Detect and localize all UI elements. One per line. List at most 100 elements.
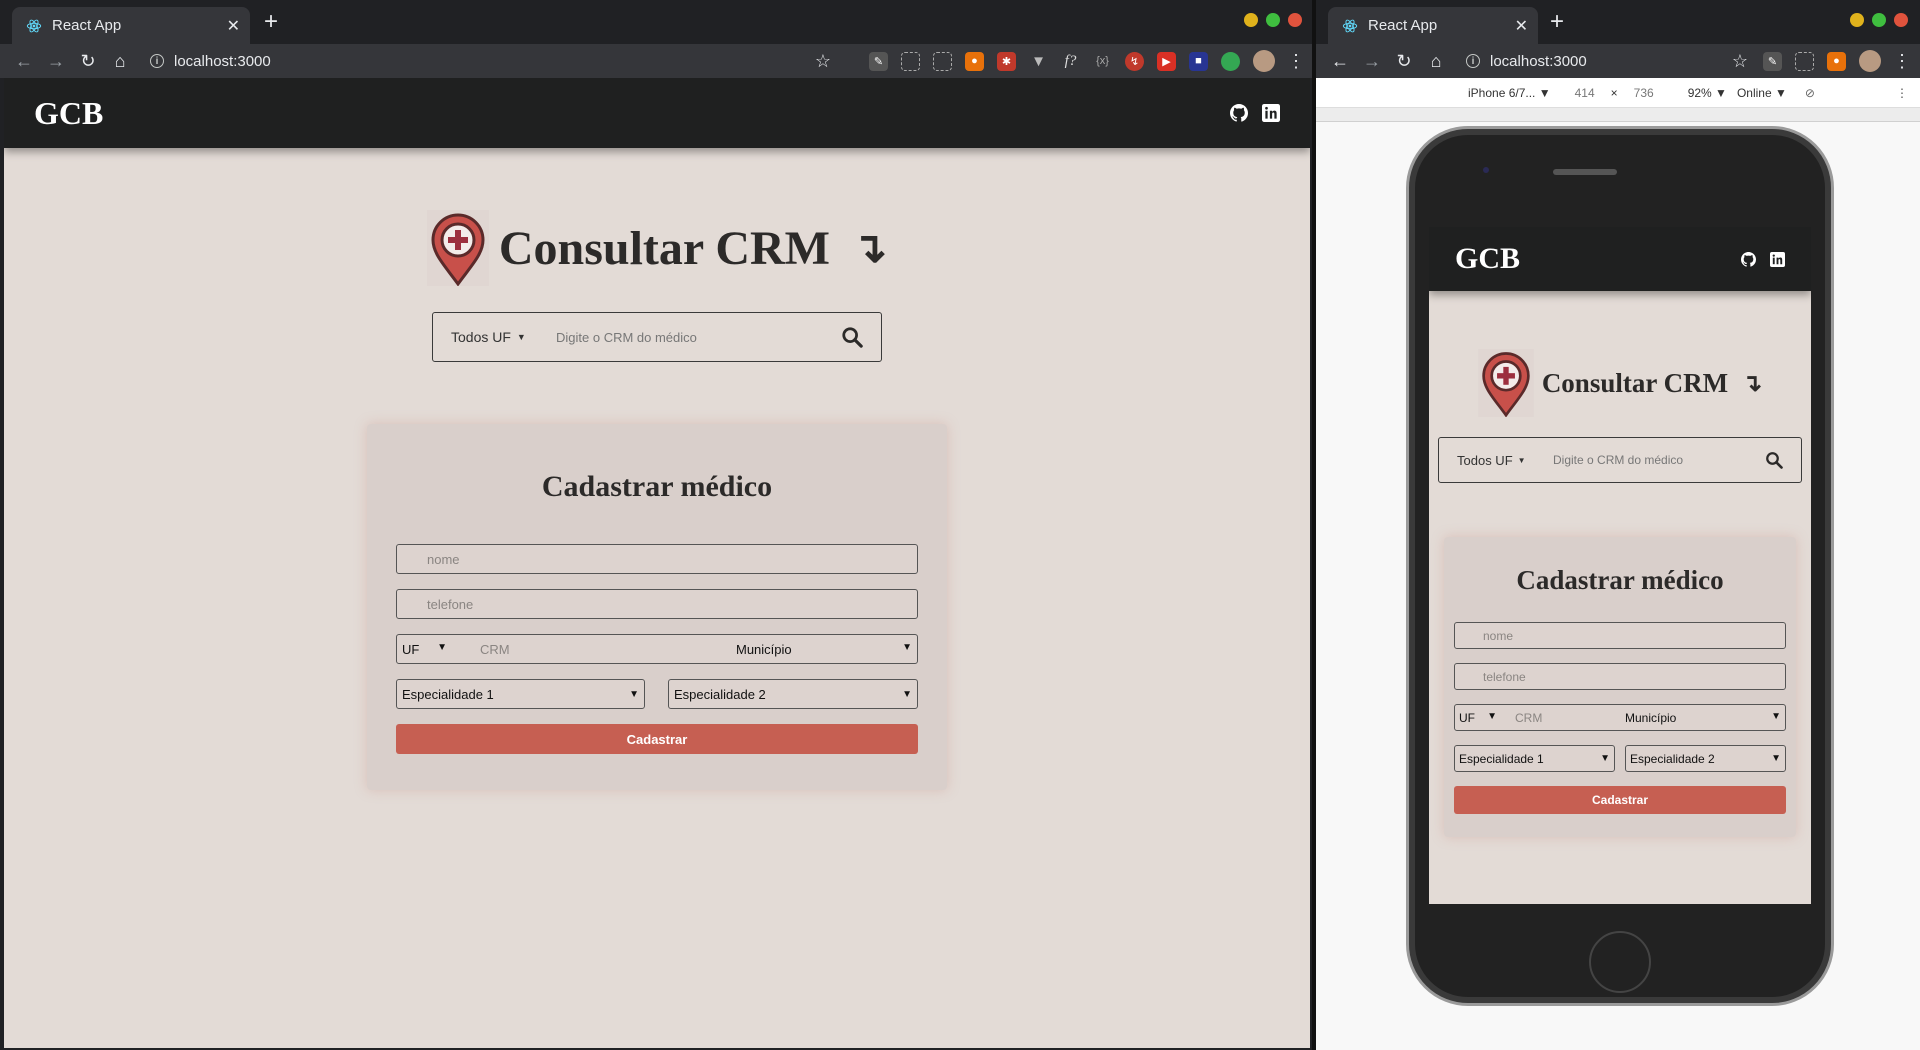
cadastrar-button[interactable]: Cadastrar bbox=[1454, 786, 1786, 814]
especialidade-2-select[interactable]: Especialidade 2 ▼ bbox=[1625, 745, 1786, 772]
extension-grid-icon[interactable] bbox=[901, 51, 920, 71]
tab-close-icon[interactable]: ✕ bbox=[227, 16, 240, 36]
linkedin-icon[interactable] bbox=[1262, 104, 1280, 122]
caret-down-icon: ▼ bbox=[1771, 753, 1781, 764]
extensions-row: ☆ ✎ ● ✱ ▼ f? {x} ↯ ▶ ■ ⋮ bbox=[813, 44, 1305, 78]
back-arrow-icon[interactable]: ← bbox=[8, 45, 40, 77]
minimize-button[interactable] bbox=[1850, 13, 1864, 27]
social-links bbox=[1230, 104, 1280, 122]
extension-brackets-icon[interactable]: {x} bbox=[1093, 52, 1112, 71]
maximize-button[interactable] bbox=[1266, 13, 1280, 27]
device-select[interactable]: iPhone 6/7... ▼ bbox=[1468, 86, 1551, 100]
browser-tab[interactable]: React App ✕ bbox=[1328, 7, 1538, 44]
extension-pen-icon[interactable]: ✎ bbox=[1763, 51, 1782, 71]
extension-react-dev-icon[interactable]: ↯ bbox=[1125, 51, 1144, 71]
municipio-select[interactable]: Município ▼ bbox=[1625, 711, 1781, 725]
register-doctor-card: Cadastrar médico nome telefone UF ▼ CRM M… bbox=[367, 424, 947, 790]
crm-search-input[interactable]: Digite o CRM do médico bbox=[1553, 453, 1765, 467]
address-bar[interactable]: i localhost:3000 bbox=[1466, 53, 1587, 70]
uf-select[interactable]: UF ▼ bbox=[402, 642, 447, 657]
star-icon[interactable]: ☆ bbox=[813, 45, 833, 77]
crm-search-bar: Todos UF ▼ Digite o CRM do médico bbox=[1438, 437, 1802, 483]
window-controls bbox=[1850, 13, 1908, 27]
forward-arrow-icon[interactable]: → bbox=[40, 45, 72, 77]
close-window-button[interactable] bbox=[1288, 13, 1302, 27]
extension-v-icon[interactable]: ▼ bbox=[1029, 52, 1048, 71]
map-pin-medical-icon bbox=[426, 210, 489, 286]
github-icon[interactable] bbox=[1741, 251, 1756, 267]
app-header: GCB bbox=[1429, 227, 1811, 291]
search-icon[interactable] bbox=[841, 326, 863, 348]
crm-input[interactable]: CRM bbox=[480, 642, 736, 657]
minimize-button[interactable] bbox=[1244, 13, 1258, 27]
device-menu-dots-icon[interactable]: ⋮ bbox=[1896, 86, 1908, 100]
crm-search-input[interactable]: Digite o CRM do médico bbox=[556, 330, 841, 345]
brand-logo[interactable]: GCB bbox=[1455, 242, 1520, 276]
search-icon[interactable] bbox=[1765, 451, 1783, 469]
hero: Consultar CRM ↴ bbox=[4, 210, 1310, 286]
telefone-input[interactable]: telefone bbox=[396, 589, 918, 619]
extension-formula-icon[interactable]: f? bbox=[1061, 52, 1080, 71]
nome-input[interactable]: nome bbox=[1454, 622, 1786, 649]
rotate-icon[interactable]: ⊘ bbox=[1805, 86, 1815, 100]
caret-down-icon: ▼ bbox=[902, 641, 912, 653]
profile-avatar[interactable] bbox=[1859, 50, 1881, 72]
device-height-input[interactable]: 736 bbox=[1634, 86, 1654, 100]
extension-pen-icon[interactable]: ✎ bbox=[869, 51, 888, 71]
extension-orange-icon[interactable]: ● bbox=[965, 51, 984, 71]
brand-logo[interactable]: GCB bbox=[34, 95, 103, 132]
especialidade-1-select[interactable]: Especialidade 1 ▼ bbox=[1454, 745, 1615, 772]
info-icon[interactable]: i bbox=[150, 54, 164, 68]
extension-grid-icon[interactable] bbox=[1795, 51, 1814, 71]
new-tab-button[interactable]: + bbox=[1550, 9, 1564, 35]
extension-orange-icon[interactable]: ● bbox=[1827, 51, 1846, 71]
hero-title: Consultar CRM bbox=[498, 221, 830, 275]
uf-select[interactable]: UF ▼ bbox=[1459, 711, 1497, 725]
cadastrar-button[interactable]: Cadastrar bbox=[396, 724, 918, 754]
menu-dots-icon[interactable]: ⋮ bbox=[1287, 45, 1305, 77]
uf-filter-select[interactable]: Todos UF ▼ bbox=[1457, 453, 1553, 468]
url-text: localhost:3000 bbox=[1490, 52, 1587, 70]
crm-input[interactable]: CRM bbox=[1515, 711, 1625, 725]
social-links bbox=[1741, 251, 1785, 267]
new-tab-button[interactable]: + bbox=[264, 9, 278, 35]
media-query-ruler[interactable] bbox=[1316, 108, 1920, 122]
especialidade-1-select[interactable]: Especialidade 1 ▼ bbox=[396, 679, 645, 709]
home-icon[interactable]: ⌂ bbox=[1420, 45, 1452, 77]
extension-square-icon[interactable]: ■ bbox=[1189, 51, 1208, 71]
telefone-input[interactable]: telefone bbox=[1454, 663, 1786, 690]
especialidade-2-select[interactable]: Especialidade 2 ▼ bbox=[668, 679, 918, 709]
home-icon[interactable]: ⌂ bbox=[104, 45, 136, 77]
register-doctor-card: Cadastrar médico nome telefone UF ▼ CRM M… bbox=[1444, 537, 1796, 837]
network-throttle-select[interactable]: Online ▼ bbox=[1737, 86, 1787, 100]
extension-capture-icon[interactable] bbox=[933, 51, 952, 71]
github-icon[interactable] bbox=[1230, 104, 1248, 122]
address-bar[interactable]: i localhost:3000 bbox=[150, 53, 271, 70]
extension-red-icon[interactable]: ✱ bbox=[997, 51, 1016, 71]
menu-dots-icon[interactable]: ⋮ bbox=[1893, 45, 1911, 77]
maximize-button[interactable] bbox=[1872, 13, 1886, 27]
close-window-button[interactable] bbox=[1894, 13, 1908, 27]
extensions-row: ☆ ✎ ● ⋮ bbox=[1730, 44, 1911, 78]
linkedin-icon[interactable] bbox=[1770, 251, 1785, 267]
especialidades-row: Especialidade 1 ▼ Especialidade 2 ▼ bbox=[1454, 745, 1786, 772]
info-icon[interactable]: i bbox=[1466, 54, 1480, 68]
forward-arrow-icon[interactable]: → bbox=[1356, 45, 1388, 77]
uf-crm-municipio-row: UF ▼ CRM Município ▼ bbox=[396, 634, 918, 664]
uf-filter-select[interactable]: Todos UF ▼ bbox=[451, 329, 556, 345]
nome-input[interactable]: nome bbox=[396, 544, 918, 574]
extension-video-icon[interactable]: ▶ bbox=[1157, 51, 1176, 71]
extension-green-icon[interactable] bbox=[1221, 51, 1240, 71]
back-arrow-icon[interactable]: ← bbox=[1324, 45, 1356, 77]
reload-icon[interactable]: ↻ bbox=[1388, 45, 1420, 77]
device-width-input[interactable]: 414 bbox=[1575, 86, 1595, 100]
municipio-select[interactable]: Município ▼ bbox=[736, 642, 912, 657]
star-icon[interactable]: ☆ bbox=[1730, 45, 1750, 77]
home-button[interactable] bbox=[1589, 931, 1651, 993]
profile-avatar[interactable] bbox=[1253, 50, 1275, 72]
zoom-select[interactable]: 92% ▼ bbox=[1688, 86, 1727, 100]
reload-icon[interactable]: ↻ bbox=[72, 45, 104, 77]
tab-close-icon[interactable]: ✕ bbox=[1515, 16, 1528, 36]
browser-tab[interactable]: React App ✕ bbox=[12, 7, 250, 44]
hero-arrow-icon: ↴ bbox=[851, 226, 888, 272]
